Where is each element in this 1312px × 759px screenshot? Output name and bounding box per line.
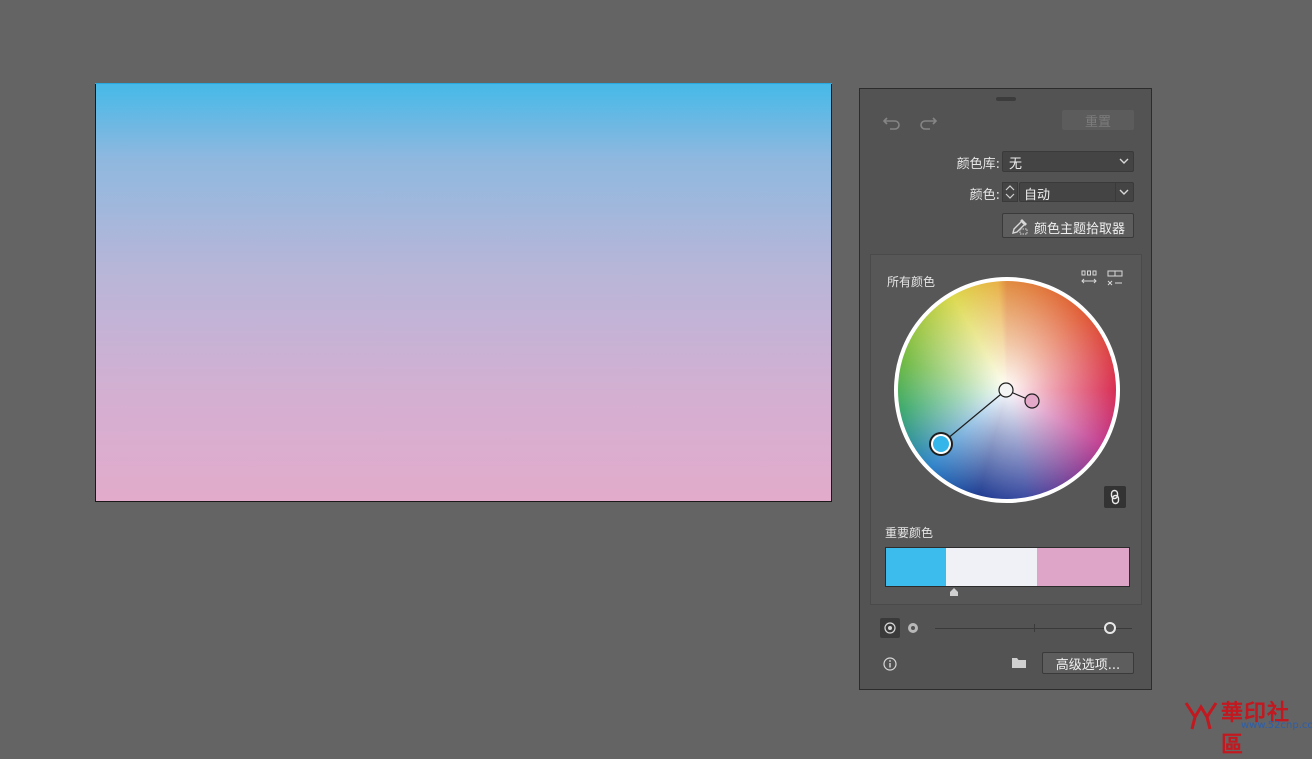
display-segmented-wheel-icon[interactable] — [903, 618, 923, 638]
color-swatch-blue[interactable] — [886, 548, 946, 586]
color-wheel-handles[interactable] — [894, 277, 1120, 503]
brightness-slider-center-tick — [1034, 624, 1035, 632]
color-theme-picker-label: 颜色主题拾取器 — [1034, 222, 1126, 237]
stepper-arrows-icon — [1005, 185, 1015, 199]
color-swatch-white[interactable] — [945, 548, 1037, 586]
recolor-artwork-panel: 重置 颜色库: 无 颜色: 自动 颜色主题拾取器 所有颜色 重要颜色 高级选项.… — [859, 88, 1152, 690]
prominent-colors-bar[interactable] — [885, 547, 1130, 587]
swatch-divider-marker-icon[interactable] — [949, 588, 959, 596]
colors-count-select[interactable]: 自动 — [1019, 182, 1134, 203]
redo-icon[interactable] — [918, 112, 938, 132]
panel-grip-handle[interactable] — [996, 97, 1016, 101]
reset-button[interactable]: 重置 — [1062, 110, 1134, 130]
colors-count-label: 颜色: — [969, 188, 1000, 203]
watermark-url: www.52cnp.com — [1241, 720, 1312, 731]
chevron-down-icon — [1119, 158, 1129, 164]
color-wheel-section: 所有颜色 重要颜色 — [870, 254, 1142, 605]
artboard-canvas[interactable] — [95, 83, 832, 502]
color-swatch-pink[interactable] — [1036, 548, 1129, 586]
link-harmony-colors-icon[interactable] — [1104, 486, 1126, 508]
advanced-options-button[interactable]: 高级选项... — [1042, 652, 1134, 674]
eyedropper-icon — [1012, 219, 1028, 235]
watermark-emblem-icon — [1184, 702, 1218, 730]
brightness-slider-thumb[interactable] — [1104, 622, 1116, 634]
color-library-label: 颜色库: — [956, 157, 1000, 172]
colors-count-stepper[interactable] — [1002, 182, 1018, 202]
chevron-down-icon — [1119, 189, 1129, 195]
colors-count-value: 自动 — [1024, 188, 1051, 203]
color-library-select[interactable]: 无 — [1002, 151, 1134, 172]
color-library-value: 无 — [1009, 157, 1023, 172]
watermark-logo: 華印社區 www.52cnp.com — [1183, 695, 1312, 758]
color-theme-picker-button[interactable]: 颜色主题拾取器 — [1002, 213, 1134, 238]
folder-icon[interactable] — [1009, 653, 1029, 673]
undo-icon[interactable] — [882, 112, 902, 132]
important-colors-label: 重要颜色 — [885, 526, 934, 540]
display-smooth-wheel-icon[interactable] — [880, 618, 900, 638]
info-icon[interactable] — [880, 654, 900, 674]
